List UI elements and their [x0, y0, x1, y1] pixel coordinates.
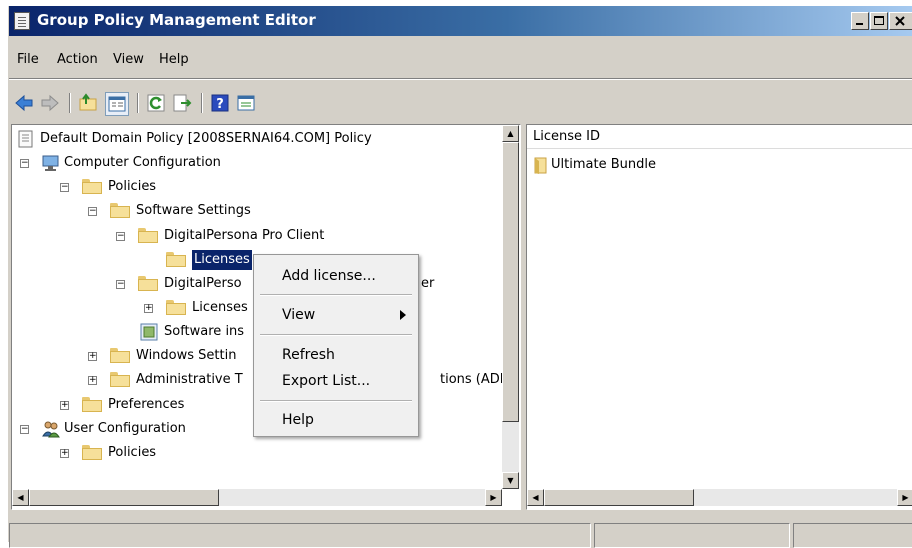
tree-label: Policies — [108, 179, 157, 194]
tree-label: DigitalPersona Pro Client — [164, 228, 325, 243]
tree-label: User Configuration — [64, 421, 186, 436]
tree-label: Software ins — [164, 324, 245, 339]
forward-icon[interactable] — [39, 92, 61, 114]
folder-icon — [138, 228, 158, 243]
details-pane[interactable]: License ID Ultimate Bundle ◀ ▶ — [526, 124, 912, 510]
expand-icon[interactable]: + — [60, 401, 69, 410]
scroll-right-icon[interactable]: ▶ — [485, 489, 502, 506]
expand-icon[interactable]: + — [144, 304, 153, 313]
minimize-button[interactable] — [851, 12, 869, 30]
tree-label: Windows Settin — [136, 348, 237, 363]
collapse-icon[interactable]: − — [116, 280, 125, 289]
folder-icon — [110, 372, 130, 387]
tree-label: Software Settings — [136, 203, 251, 218]
tree-label-tail: tions (ADM — [440, 372, 511, 387]
tree-label: Licenses — [192, 300, 248, 315]
status-panel-2 — [594, 523, 790, 548]
app-icon — [14, 12, 30, 30]
menu-action[interactable]: Action — [57, 52, 98, 67]
show-hide-tree-icon[interactable] — [105, 92, 129, 116]
folder-icon — [166, 252, 186, 267]
scroll-left-icon[interactable]: ◀ — [12, 489, 29, 506]
scroll-thumb[interactable] — [544, 489, 694, 506]
svg-text:?: ? — [216, 97, 224, 112]
scroll-down-icon[interactable]: ▼ — [502, 472, 519, 489]
window-title: Group Policy Management Editor — [37, 11, 316, 29]
status-panel-main — [9, 523, 591, 548]
tree-label: Policies — [108, 445, 157, 460]
folder-icon — [110, 203, 130, 218]
submenu-arrow-icon — [400, 310, 406, 320]
collapse-icon[interactable]: − — [88, 207, 97, 216]
folder-icon — [82, 397, 102, 412]
bundle-folder-icon — [534, 157, 547, 174]
collapse-icon[interactable]: − — [116, 232, 125, 241]
menu-item-view[interactable]: View — [254, 304, 418, 326]
scroll-left-icon[interactable]: ◀ — [527, 489, 544, 506]
back-icon[interactable] — [13, 92, 35, 114]
expand-icon[interactable]: + — [88, 352, 97, 361]
tree-label: Preferences — [108, 397, 185, 412]
properties-icon[interactable] — [235, 92, 257, 114]
folder-icon — [166, 300, 186, 315]
tree-label: Licenses — [192, 250, 252, 270]
tree-label: DigitalPerso — [164, 276, 242, 291]
menu-item-help[interactable]: Help — [254, 409, 418, 431]
refresh-icon[interactable] — [145, 92, 167, 114]
export-list-icon[interactable] — [171, 92, 193, 114]
folder-icon — [82, 445, 102, 460]
tree-vertical-scrollbar[interactable]: ▲ ▼ — [502, 125, 519, 489]
folder-icon — [138, 276, 158, 291]
column-header-label: License ID — [533, 129, 600, 144]
folder-icon — [82, 179, 102, 194]
users-icon — [42, 421, 60, 438]
expand-icon[interactable]: + — [60, 449, 69, 458]
tree-label: Computer Configuration — [64, 155, 221, 170]
close-icon — [895, 16, 905, 26]
toolbar: ? — [9, 88, 912, 118]
tree-label: Default Domain Policy [2008SERNAI64.COM]… — [40, 131, 372, 146]
scroll-right-icon[interactable]: ▶ — [897, 489, 912, 506]
status-bar — [9, 517, 912, 548]
menu-item-export-list[interactable]: Export List... — [254, 370, 418, 392]
menu-view[interactable]: View — [113, 52, 144, 67]
gpme-window: Group Policy Management Editor File Acti… — [8, 6, 912, 548]
up-folder-icon[interactable] — [77, 92, 99, 114]
folder-icon — [110, 348, 130, 363]
help-icon[interactable]: ? — [209, 92, 231, 114]
expand-icon[interactable]: + — [88, 376, 97, 385]
scroll-up-icon[interactable]: ▲ — [502, 125, 519, 142]
list-item-label: Ultimate Bundle — [551, 157, 656, 172]
context-menu: Add license... View Refresh Export List.… — [253, 254, 419, 437]
menu-item-add-license[interactable]: Add license... — [254, 265, 418, 287]
menu-item-label: View — [282, 307, 316, 323]
tree-label-tail: er — [421, 276, 435, 291]
menu-file[interactable]: File — [17, 52, 39, 67]
scroll-thumb[interactable] — [29, 489, 219, 506]
software-installation-icon — [140, 323, 158, 341]
collapse-icon[interactable]: − — [20, 425, 29, 434]
minimize-icon — [856, 23, 863, 25]
column-header-license-id[interactable]: License ID — [527, 125, 912, 149]
details-horizontal-scrollbar[interactable]: ◀ ▶ — [527, 489, 912, 506]
status-panel-3 — [793, 523, 912, 548]
menu-bar: File Action View Help — [9, 50, 912, 72]
policy-document-icon — [18, 130, 33, 148]
menu-help[interactable]: Help — [159, 52, 189, 67]
maximize-button[interactable] — [870, 12, 888, 30]
tree-label: Administrative T — [136, 372, 243, 387]
scroll-thumb[interactable] — [502, 142, 519, 422]
title-bar[interactable]: Group Policy Management Editor — [9, 6, 912, 36]
collapse-icon[interactable]: − — [60, 183, 69, 192]
close-button[interactable] — [889, 12, 912, 30]
maximize-icon — [874, 16, 884, 25]
collapse-icon[interactable]: − — [20, 159, 29, 168]
menu-item-refresh[interactable]: Refresh — [254, 344, 418, 366]
tree-horizontal-scrollbar[interactable]: ◀ ▶ — [12, 489, 502, 506]
computer-icon — [42, 155, 59, 171]
